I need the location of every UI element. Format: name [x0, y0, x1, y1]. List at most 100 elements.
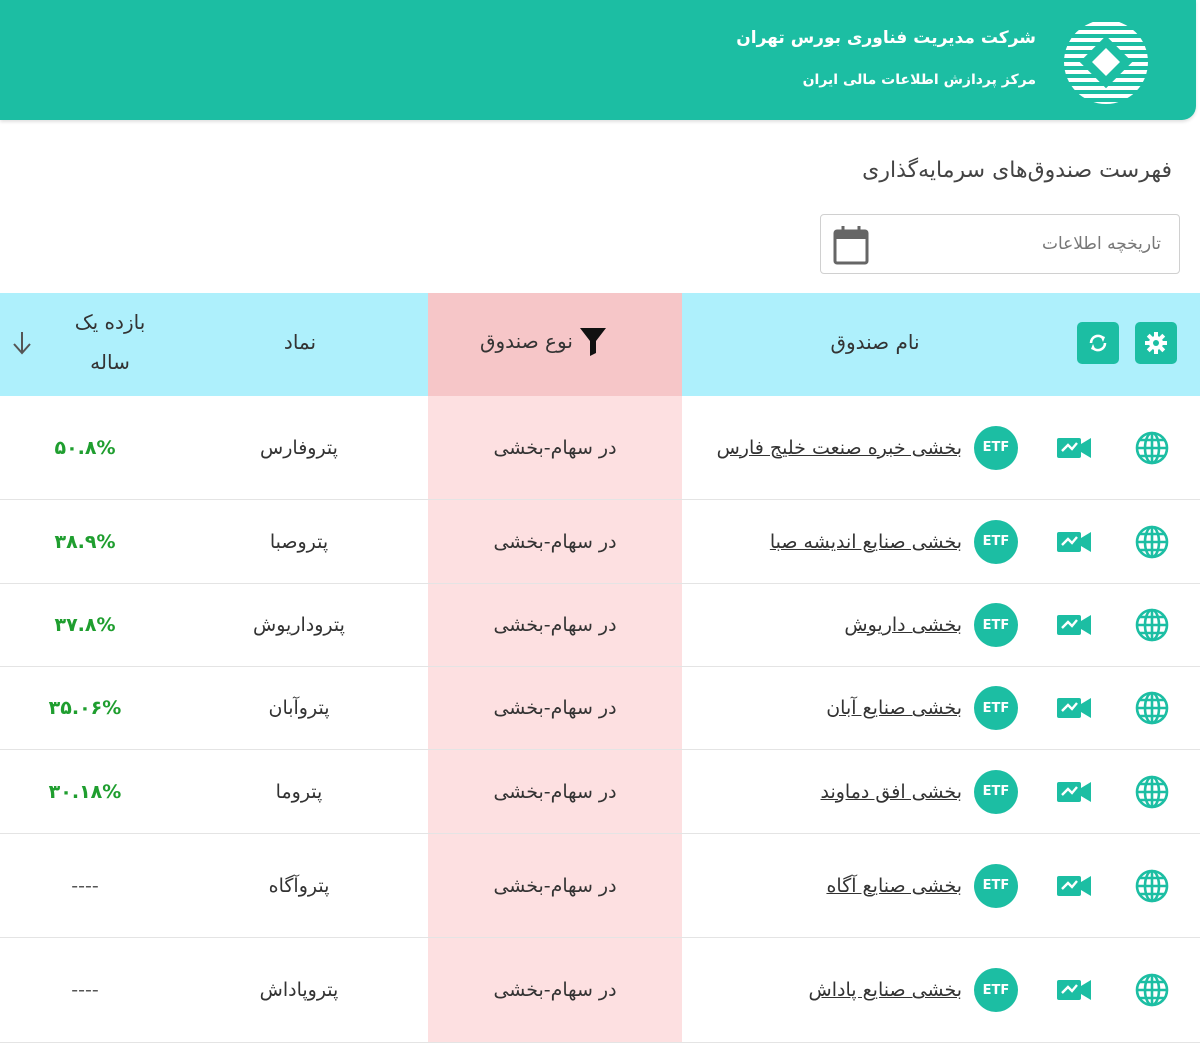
website-globe-icon[interactable] — [1112, 750, 1192, 833]
fund-name-link[interactable]: بخشی خبره صنعت خلیج فارس — [692, 430, 962, 466]
video-icon[interactable] — [1034, 834, 1114, 937]
etf-badge: ETF — [972, 584, 1020, 666]
settings-button[interactable] — [1135, 322, 1177, 364]
fund-type-cell: در سهام-بخشی — [428, 584, 682, 666]
etf-badge-label: ETF — [974, 968, 1018, 1012]
video-icon[interactable] — [1034, 584, 1114, 666]
website-globe-icon[interactable] — [1112, 834, 1192, 937]
fund-type-text: در سهام-بخشی — [493, 979, 617, 1001]
fund-name-link[interactable]: بخشی صنایع آبان — [692, 690, 962, 726]
header-return-line1[interactable]: بازده یک — [50, 310, 170, 334]
fund-type-cell: در سهام-بخشی — [428, 834, 682, 937]
org-subtitle: مرکز پردازش اطلاعات مالی ایران — [802, 72, 1036, 88]
return-cell: ۳۵.۰۶% — [0, 667, 170, 749]
calendar-icon[interactable] — [833, 225, 869, 265]
refresh-button[interactable] — [1077, 322, 1119, 364]
fund-type-cell: در سهام-بخشی — [428, 667, 682, 749]
fund-name-link[interactable]: بخشی صنایع آگاه — [692, 868, 962, 904]
fund-type-text: در سهام-بخشی — [493, 697, 617, 719]
etf-badge: ETF — [972, 834, 1020, 937]
symbol-text: پتروآگاه — [268, 874, 330, 897]
return-value: ۳۰.۱۸% — [48, 780, 122, 803]
fund-name-link[interactable]: بخشی داریوش — [692, 607, 962, 643]
website-globe-icon[interactable] — [1112, 396, 1192, 499]
website-globe-icon[interactable] — [1112, 938, 1192, 1042]
fund-name-link[interactable]: بخشی صنایع اندیشه صبا — [692, 524, 962, 560]
return-value: ---- — [71, 874, 99, 897]
symbol-text: پتروما — [275, 780, 323, 803]
website-globe-icon[interactable] — [1112, 667, 1192, 749]
date-history-field[interactable] — [820, 214, 1180, 274]
website-globe-icon[interactable] — [1112, 584, 1192, 666]
symbol-cell: پتروصبا — [170, 500, 428, 583]
fund-name-cell: بخشی صنایع پاداش — [686, 938, 962, 1042]
fund-type-text: در سهام-بخشی — [493, 874, 617, 897]
return-cell: ۳۰.۱۸% — [0, 750, 170, 833]
symbol-cell: پتروفارس — [170, 396, 428, 499]
fund-name-cell: بخشی صنایع آگاه — [686, 834, 962, 937]
refresh-icon — [1089, 334, 1107, 352]
header-fund-type[interactable]: نوع صندوق — [480, 326, 607, 356]
return-value: ۵۰.۸% — [54, 436, 116, 459]
filter-icon[interactable] — [579, 326, 607, 356]
return-value: ---- — [71, 979, 99, 1001]
fund-type-cell: در سهام-بخشی — [428, 500, 682, 583]
video-icon[interactable] — [1034, 938, 1114, 1042]
header-fund-type-label: نوع صندوق — [480, 329, 573, 353]
table-row: ETF بخشی داریوش در سهام-بخشی پتروداریوش ۳۷.۸… — [0, 584, 1200, 667]
fund-type-cell: در سهام-بخشی — [428, 396, 682, 499]
table-row: ETF بخشی افق دماوند در سهام-بخشی پتروما ۳۰.۱… — [0, 750, 1200, 834]
return-cell: ---- — [0, 938, 170, 1042]
video-icon[interactable] — [1034, 667, 1114, 749]
return-cell: ---- — [0, 834, 170, 937]
fund-name-cell: بخشی صنایع آبان — [686, 667, 962, 749]
sort-down-icon[interactable] — [10, 330, 34, 356]
header-return-line2[interactable]: ساله — [50, 350, 170, 374]
fund-name-cell: بخشی خبره صنعت خلیج فارس — [686, 396, 962, 499]
symbol-text: پتروفارس — [260, 436, 338, 459]
table-row: ETF بخشی صنایع آگاه در سهام-بخشی پتروآگاه --… — [0, 834, 1200, 938]
etf-badge-label: ETF — [974, 603, 1018, 647]
fund-name-cell: بخشی صنایع اندیشه صبا — [686, 500, 962, 583]
return-cell: ۳۷.۸% — [0, 584, 170, 666]
website-globe-icon[interactable] — [1112, 500, 1192, 583]
video-icon[interactable] — [1034, 750, 1114, 833]
etf-badge: ETF — [972, 938, 1020, 1042]
fund-name-cell: بخشی افق دماوند — [686, 750, 963, 833]
symbol-cell: پتروداریوش — [170, 584, 428, 666]
fund-type-cell: در سهام-بخشی — [428, 938, 682, 1042]
table-row: ETF بخشی صنایع آبان در سهام-بخشی پتروآبان ۳۵… — [0, 667, 1200, 750]
date-history-input[interactable] — [901, 227, 1161, 261]
etf-badge-label: ETF — [974, 686, 1018, 730]
page-title: فهرست صندوق‌های سرمایه‌گذاری — [862, 158, 1172, 183]
symbol-text: پتروداریوش — [253, 614, 345, 636]
table-row: ETF بخشی خبره صنعت خلیج فارس در سهام-بخشی پ… — [0, 396, 1200, 500]
symbol-text: پتروآبان — [268, 697, 330, 719]
settings-icon — [1145, 332, 1167, 354]
table-row: ETF بخشی صنایع پاداش در سهام-بخشی پتروپاداش… — [0, 938, 1200, 1043]
etf-badge: ETF — [972, 667, 1020, 749]
table-row: ETF بخشی صنایع اندیشه صبا در سهام-بخشی پترو… — [0, 500, 1200, 584]
etf-badge: ETF — [972, 750, 1020, 833]
header-bar: شرکت مدیریت فناوری بورس تهران مرکز پرداز… — [0, 0, 1196, 120]
fund-type-text: در سهام-بخشی — [493, 530, 617, 553]
header-symbol[interactable]: نماد — [240, 330, 360, 354]
return-value: ۳۸.۹% — [54, 530, 116, 553]
fund-type-text: در سهام-بخشی — [493, 614, 617, 636]
fund-name-link[interactable]: بخشی صنایع پاداش — [692, 972, 962, 1008]
etf-badge-label: ETF — [974, 425, 1018, 470]
return-value: ۳۷.۸% — [54, 614, 116, 636]
return-value: ۳۵.۰۶% — [48, 697, 122, 719]
tsetmc-logo — [1062, 18, 1150, 106]
fund-type-cell: در سهام-بخشی — [428, 750, 682, 833]
etf-badge-label: ETF — [974, 863, 1018, 908]
etf-badge-label: ETF — [974, 769, 1018, 814]
symbol-cell: پتروپاداش — [170, 938, 428, 1042]
symbol-cell: پتروآبان — [170, 667, 428, 749]
header-fund-name[interactable]: نام صندوق — [790, 330, 960, 354]
fund-name-link[interactable]: بخشی افق دماوند — [692, 774, 963, 810]
symbol-text: پتروپاداش — [259, 979, 339, 1001]
video-icon[interactable] — [1034, 396, 1114, 499]
video-icon[interactable] — [1034, 500, 1114, 583]
return-cell: ۵۰.۸% — [0, 396, 170, 499]
